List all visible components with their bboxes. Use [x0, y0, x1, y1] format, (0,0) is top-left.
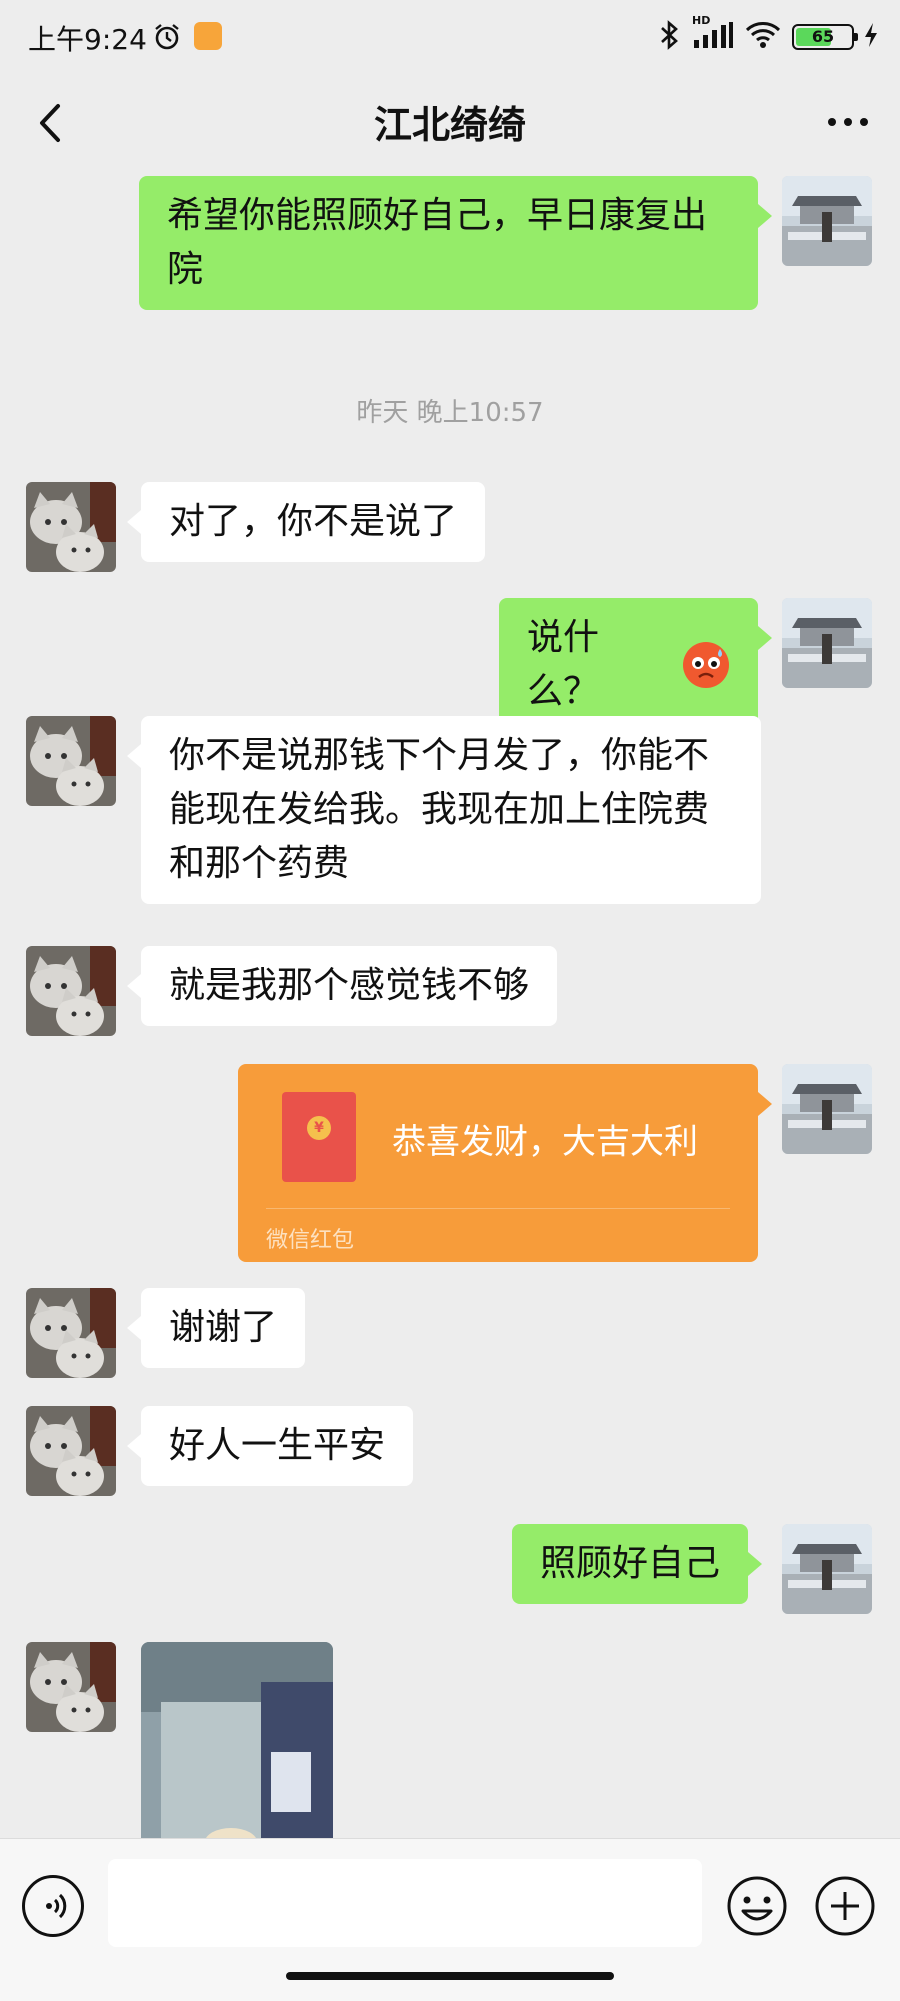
- more-dots-icon: [828, 118, 868, 126]
- emoji-icon: [727, 1876, 787, 1936]
- my-avatar[interactable]: [782, 1524, 872, 1614]
- nav-bar: 江北绮绮: [0, 72, 900, 170]
- worried-face-emoji-icon: [682, 641, 730, 689]
- contact-avatar[interactable]: [26, 482, 116, 572]
- message-bubble-received[interactable]: 就是我那个感觉钱不够: [126, 946, 558, 1026]
- bluetooth-icon: [658, 19, 682, 55]
- signal-icon: HD: [692, 14, 734, 54]
- status-time: 上午9:24: [28, 23, 147, 56]
- alarm-icon: [152, 22, 182, 56]
- message-bubble-sent[interactable]: 希望你能照顾好自己，早日康复出院: [139, 176, 772, 310]
- message-timestamp: 昨天 晚上10:57: [356, 398, 544, 428]
- charging-icon: [864, 22, 878, 52]
- network-label: HD: [692, 14, 711, 27]
- message-bubble-received[interactable]: 你不是说那钱下个月发了，你能不能现在发给我。我现在加上住院费和那个药费: [127, 716, 761, 904]
- message-bubble-sent[interactable]: 说什么？: [499, 598, 772, 732]
- my-avatar[interactable]: [782, 598, 872, 688]
- more-functions-button[interactable]: [814, 1875, 876, 1937]
- message-bubble-received[interactable]: 谢谢了: [126, 1288, 306, 1368]
- home-indicator[interactable]: [286, 1972, 614, 1980]
- message-input[interactable]: [108, 1859, 702, 1947]
- chat-title: 江北绮绮: [373, 103, 526, 147]
- message-bubble-sent[interactable]: 照顾好自己: [512, 1524, 763, 1604]
- battery-level: 65: [811, 27, 835, 46]
- chat-message-list[interactable]: 希望你能照顾好自己，早日康复出院 昨天 晚上10:57 对了，你不是说了 说什么…: [0, 170, 900, 1838]
- my-avatar[interactable]: [782, 176, 872, 266]
- red-packet-label: 微信红包: [266, 1228, 355, 1253]
- my-avatar[interactable]: [782, 1064, 872, 1154]
- status-bar: 上午9:24 HD 65: [0, 0, 900, 72]
- voice-icon: [46, 1893, 67, 1919]
- wifi-icon: [744, 20, 782, 54]
- app-notification-icon: [194, 22, 222, 50]
- contact-avatar[interactable]: [26, 1288, 116, 1378]
- battery-cap: [854, 33, 858, 41]
- contact-avatar[interactable]: [26, 946, 116, 1036]
- contact-avatar[interactable]: [26, 716, 116, 806]
- message-bubble-received[interactable]: 好人一生平安: [126, 1406, 414, 1486]
- coin-icon: ¥: [307, 1116, 331, 1140]
- plus-icon: [815, 1876, 875, 1936]
- contact-avatar[interactable]: [26, 1642, 116, 1732]
- voice-input-button[interactable]: [22, 1875, 84, 1937]
- message-bubble-received[interactable]: 对了，你不是说了: [126, 482, 486, 562]
- red-packet-divider: [266, 1208, 730, 1209]
- contact-avatar[interactable]: [26, 1406, 116, 1496]
- message-text: 说什么？: [527, 617, 600, 712]
- more-button[interactable]: [822, 102, 874, 142]
- battery-icon: 65: [792, 24, 858, 50]
- image-message[interactable]: [141, 1642, 333, 1838]
- red-envelope-icon: ¥: [282, 1092, 356, 1182]
- red-packet-greeting: 恭喜发财，大吉大利: [392, 1122, 698, 1162]
- emoji-button[interactable]: [726, 1875, 788, 1937]
- status-icons: HD 65: [658, 14, 878, 55]
- red-packet-message[interactable]: ¥ 恭喜发财，大吉大利 微信红包: [238, 1064, 772, 1262]
